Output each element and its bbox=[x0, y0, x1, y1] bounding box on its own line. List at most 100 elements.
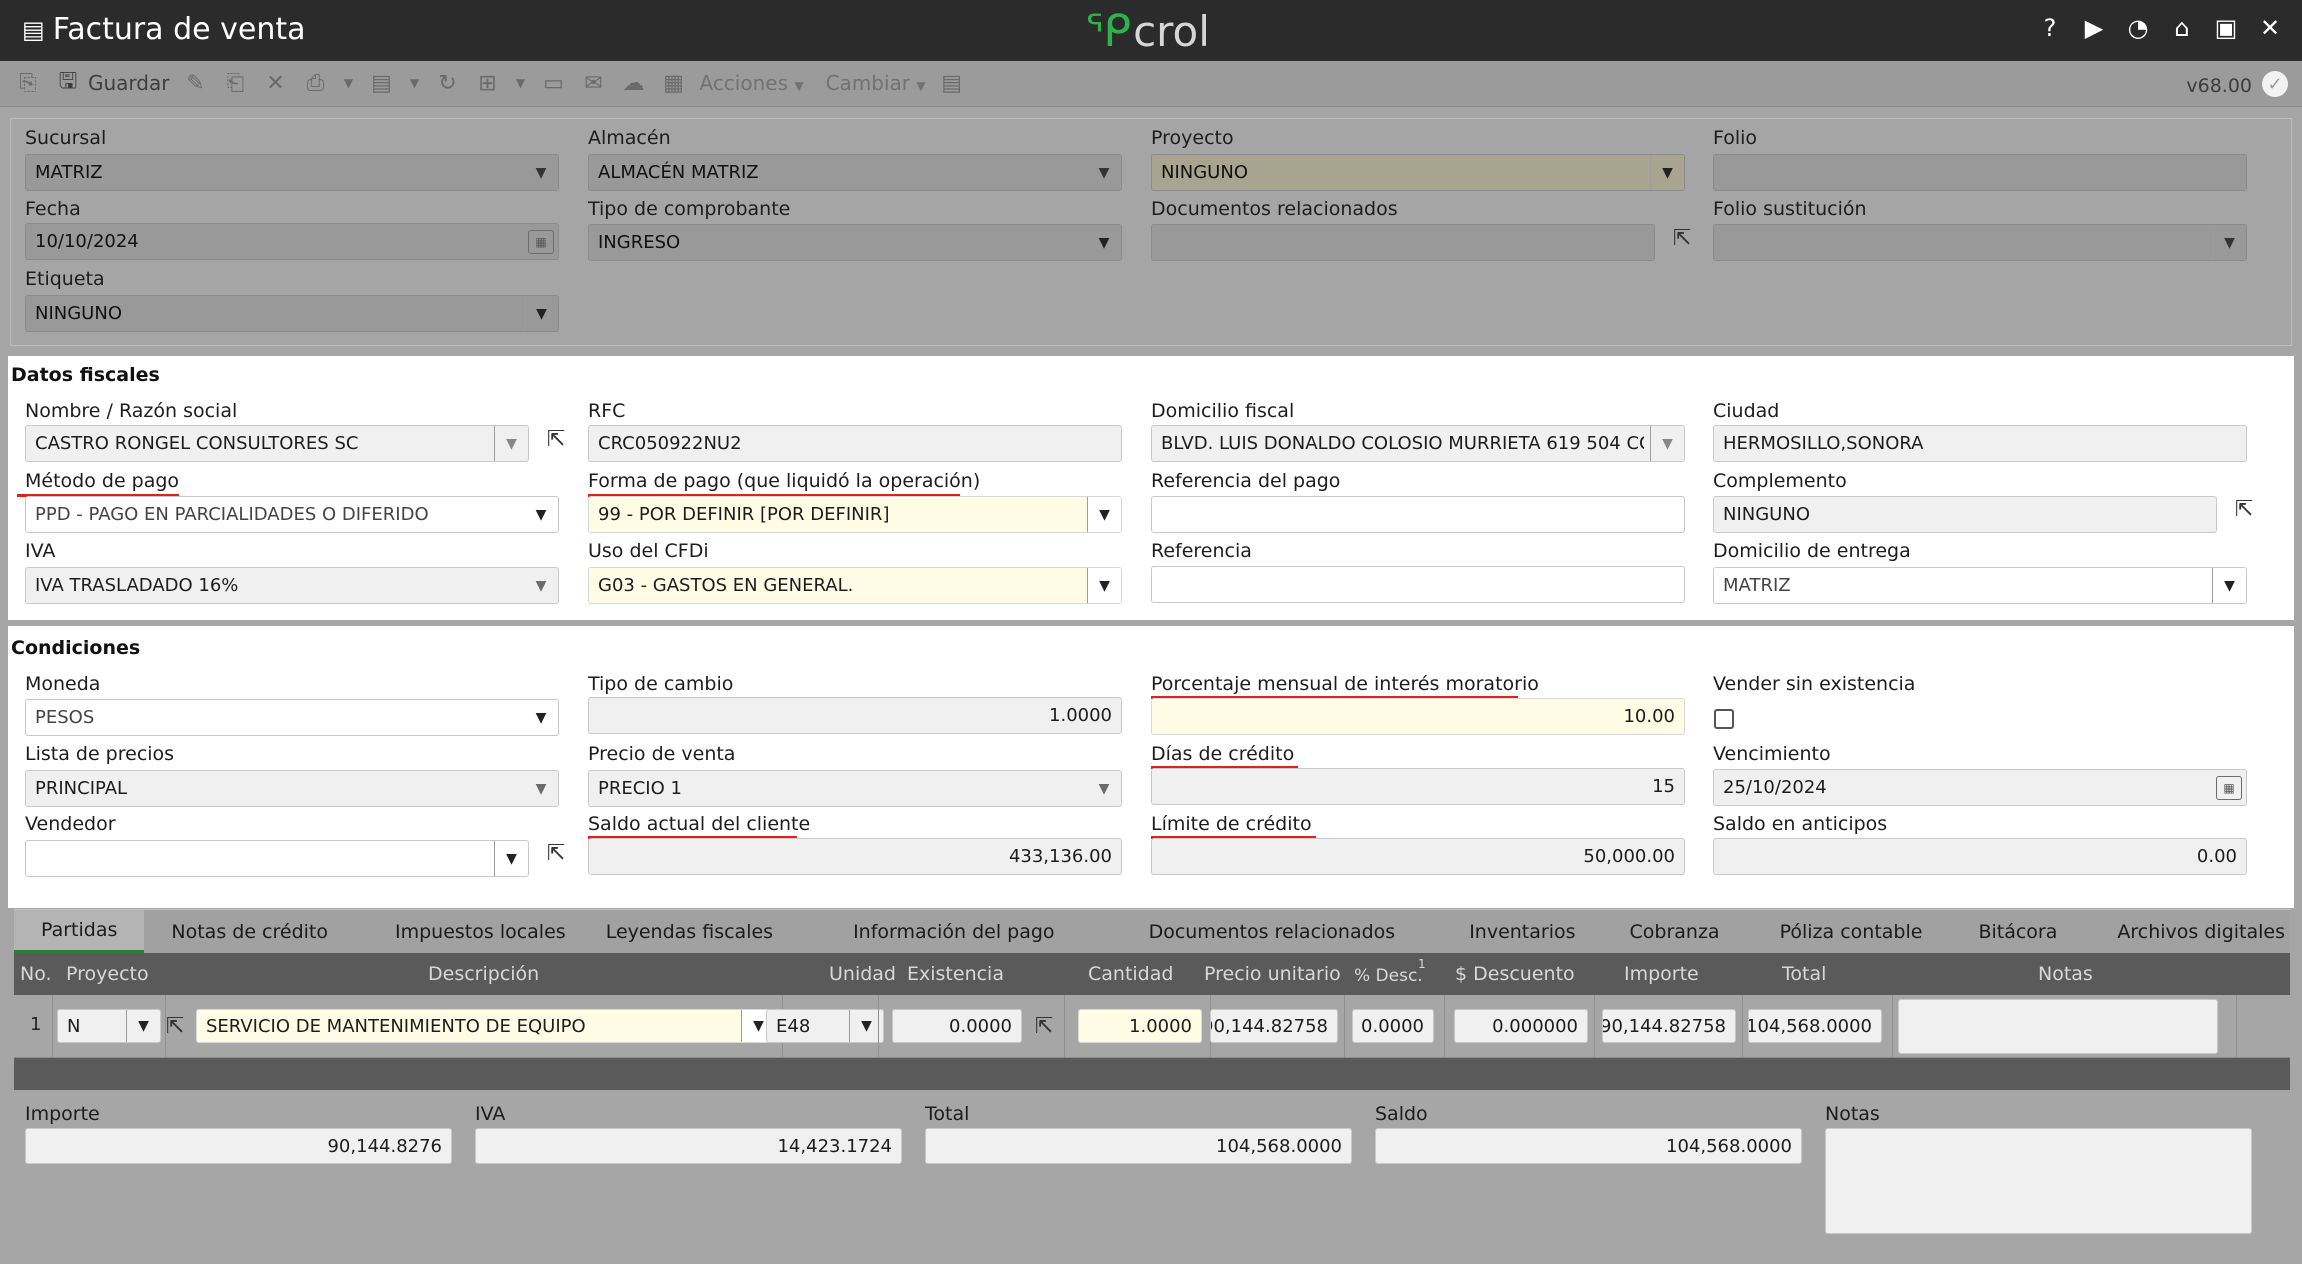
document-dropdown-icon[interactable]: ▼ bbox=[407, 69, 421, 97]
metodo-pago-select[interactable]: PPD - PAGO EN PARCIALIDADES O DIFERIDO ▼ bbox=[25, 496, 559, 533]
vencimiento-input[interactable]: 25/10/2024 ▦ bbox=[1713, 769, 2247, 806]
add-dropdown-icon[interactable]: ▼ bbox=[513, 69, 527, 97]
tab-bitacora[interactable]: Bitácora bbox=[1952, 910, 2087, 953]
row-total-input[interactable]: 104,568.0000 bbox=[1748, 1009, 1882, 1043]
calendar-icon[interactable]: ▦ bbox=[2216, 776, 2242, 800]
tab-informacion-pago[interactable]: Información del pago bbox=[813, 910, 1098, 953]
tab-cobranza[interactable]: Cobranza bbox=[1604, 910, 1750, 953]
row-notas-input[interactable] bbox=[1898, 999, 2218, 1054]
archive-icon[interactable]: ▦ bbox=[659, 69, 687, 97]
folio-sustitucion-select[interactable]: ▼ bbox=[1713, 224, 2247, 261]
row-importe-input[interactable]: 90,144.82758 bbox=[1602, 1009, 1736, 1043]
row-descripcion-select[interactable]: SERVICIO DE MANTENIMIENTO DE EQUIPO ▼ bbox=[196, 1009, 776, 1043]
cancel-icon[interactable]: ✕ bbox=[261, 69, 289, 97]
vender-sin-existencia-checkbox[interactable] bbox=[1714, 709, 1734, 729]
video-icon[interactable]: ▶ bbox=[2080, 14, 2108, 42]
copy-icon[interactable]: ⎗ bbox=[221, 69, 249, 97]
uso-cfdi-select[interactable]: G03 - GASTOS EN GENERAL. ▼ bbox=[588, 567, 1122, 604]
version-label: v68.00 bbox=[2186, 75, 2252, 97]
actions-menu[interactable]: Acciones ▼ bbox=[699, 71, 803, 95]
saldo-actual-input[interactable]: 433,136.00 bbox=[588, 838, 1122, 875]
help-icon[interactable]: ? bbox=[2036, 14, 2064, 42]
domicilio-fiscal-select[interactable]: BLVD. LUIS DONALDO COLOSIO MURRIETA 619 … bbox=[1151, 425, 1685, 462]
rfc-value: CRC050922NU2 bbox=[598, 433, 742, 454]
saldo-label: Saldo bbox=[1375, 1103, 1428, 1125]
stock-lookup-icon[interactable]: ⇱ bbox=[1029, 1011, 1059, 1041]
tipo-cambio-input[interactable]: 1.0000 bbox=[588, 697, 1122, 734]
calendar-icon[interactable]: ▦ bbox=[528, 230, 554, 254]
tab-notas-credito[interactable]: Notas de crédito bbox=[144, 910, 355, 953]
tab-inventarios[interactable]: Inventarios bbox=[1441, 910, 1603, 953]
close-icon[interactable]: ✕ bbox=[2256, 14, 2284, 42]
window-icon[interactable]: ▣ bbox=[2212, 14, 2240, 42]
documentos-relacionados-input[interactable] bbox=[1151, 224, 1655, 261]
tab-partidas[interactable]: Partidas bbox=[14, 910, 145, 953]
save-button[interactable]: 🖫 Guardar bbox=[54, 69, 170, 97]
notas-textarea[interactable] bbox=[1825, 1128, 2252, 1234]
edit-icon[interactable]: ✎ bbox=[181, 69, 209, 97]
lista-precios-select[interactable]: PRINCIPAL ▼ bbox=[25, 770, 559, 807]
client-lookup-icon[interactable]: ⇱ bbox=[541, 424, 571, 454]
refresh-icon[interactable]: ↻ bbox=[433, 69, 461, 97]
tab-documentos-relacionados[interactable]: Documentos relacionados bbox=[1099, 910, 1442, 953]
tipo-comprobante-select[interactable]: INGRESO ▼ bbox=[588, 224, 1122, 261]
row-proyecto-value: N bbox=[67, 1015, 81, 1037]
cloud-icon[interactable]: ☁ bbox=[619, 69, 647, 97]
saldo-anticipos-label: Saldo en anticipos bbox=[1713, 813, 1888, 835]
row-proyecto-select[interactable]: N ▼ bbox=[57, 1009, 161, 1043]
fecha-input[interactable]: 10/10/2024 ▦ bbox=[25, 223, 559, 260]
row-descuento-input[interactable]: 0.000000 bbox=[1454, 1009, 1588, 1043]
ciudad-input[interactable]: HERMOSILLO,SONORA bbox=[1713, 425, 2247, 462]
vendedor-select[interactable]: ▼ bbox=[25, 840, 529, 877]
invoice-icon[interactable]: ▭ bbox=[539, 69, 567, 97]
new-icon[interactable]: ⎘ bbox=[14, 69, 42, 97]
related-docs-icon[interactable]: ⇱ bbox=[1667, 223, 1697, 253]
folio-input[interactable] bbox=[1713, 154, 2247, 191]
moneda-select[interactable]: PESOS ▼ bbox=[25, 699, 559, 736]
almacen-select[interactable]: ALMACÉN MATRIZ ▼ bbox=[588, 154, 1122, 191]
rfc-input[interactable]: CRC050922NU2 bbox=[588, 425, 1122, 462]
print-icon[interactable]: ⎙ bbox=[301, 69, 329, 97]
change-menu[interactable]: Cambiar ▼ bbox=[826, 71, 926, 95]
sucursal-select[interactable]: MATRIZ ▼ bbox=[25, 154, 559, 191]
chevron-down-icon: ▼ bbox=[126, 1010, 160, 1042]
row-descuento-pct-input[interactable]: 0.0000 bbox=[1352, 1009, 1434, 1043]
iva-select[interactable]: IVA TRASLADADO 16% ▼ bbox=[25, 567, 559, 604]
document-print-icon[interactable]: ▤ bbox=[367, 69, 395, 97]
row-unidad-select[interactable]: E48 ▼ bbox=[766, 1009, 884, 1043]
saldo-field: 104,568.0000 bbox=[1375, 1128, 1802, 1164]
chat-icon[interactable]: ◔ bbox=[2124, 14, 2152, 42]
referencia-input[interactable] bbox=[1151, 566, 1685, 603]
product-lookup-icon[interactable]: ⇱ bbox=[160, 1011, 190, 1041]
nombre-select[interactable]: CASTRO RONGEL CONSULTORES SC ▼ bbox=[25, 425, 529, 462]
tab-archivos-digitales[interactable]: Archivos digitales bbox=[2087, 910, 2302, 953]
saldo-anticipos-input[interactable]: 0.00 bbox=[1713, 838, 2247, 875]
etiqueta-select[interactable]: NINGUNO ▼ bbox=[25, 295, 559, 332]
tab-leyendas-fiscales[interactable]: Leyendas fiscales bbox=[606, 910, 813, 953]
add-related-icon[interactable]: ⊞ bbox=[473, 69, 501, 97]
row-existencia-input[interactable]: 0.0000 bbox=[892, 1009, 1022, 1043]
domicilio-entrega-select[interactable]: MATRIZ ▼ bbox=[1713, 567, 2247, 604]
print-dropdown-icon[interactable]: ▼ bbox=[341, 69, 355, 97]
forma-pago-select[interactable]: 99 - POR DEFINIR [POR DEFINIR] ▼ bbox=[588, 496, 1122, 533]
table-row[interactable]: 1 N ▼ ⇱ SERVICIO DE MANTENIMIENTO DE EQU… bbox=[14, 995, 2290, 1058]
complemento-lookup-icon[interactable]: ⇱ bbox=[2229, 494, 2259, 524]
vendedor-lookup-icon[interactable]: ⇱ bbox=[541, 838, 571, 868]
chevron-down-icon: ▼ bbox=[535, 780, 547, 797]
notes-icon[interactable]: ▤ bbox=[938, 69, 966, 97]
row-cantidad-input[interactable]: 1.0000 bbox=[1078, 1009, 1202, 1043]
tab-poliza-contable[interactable]: Póliza contable bbox=[1750, 910, 1953, 953]
home-icon[interactable]: ⌂ bbox=[2168, 14, 2196, 42]
mail-icon[interactable]: ✉ bbox=[579, 69, 607, 97]
sucursal-value: MATRIZ bbox=[35, 162, 103, 183]
limite-credito-input[interactable]: 50,000.00 bbox=[1151, 838, 1685, 875]
complemento-input[interactable]: NINGUNO bbox=[1713, 496, 2217, 533]
referencia-pago-input[interactable] bbox=[1151, 496, 1685, 533]
check-icon[interactable]: ✓ bbox=[2262, 71, 2288, 97]
proyecto-select[interactable]: NINGUNO ▼ bbox=[1151, 154, 1685, 191]
tab-impuestos-locales[interactable]: Impuestos locales bbox=[355, 910, 606, 953]
interes-moratorio-input[interactable]: 10.00 bbox=[1151, 698, 1685, 735]
row-precio-unitario-input[interactable]: 90,144.82758 bbox=[1210, 1009, 1338, 1043]
dias-credito-input[interactable]: 15 bbox=[1151, 768, 1685, 805]
precio-venta-select[interactable]: PRECIO 1 ▼ bbox=[588, 770, 1122, 807]
